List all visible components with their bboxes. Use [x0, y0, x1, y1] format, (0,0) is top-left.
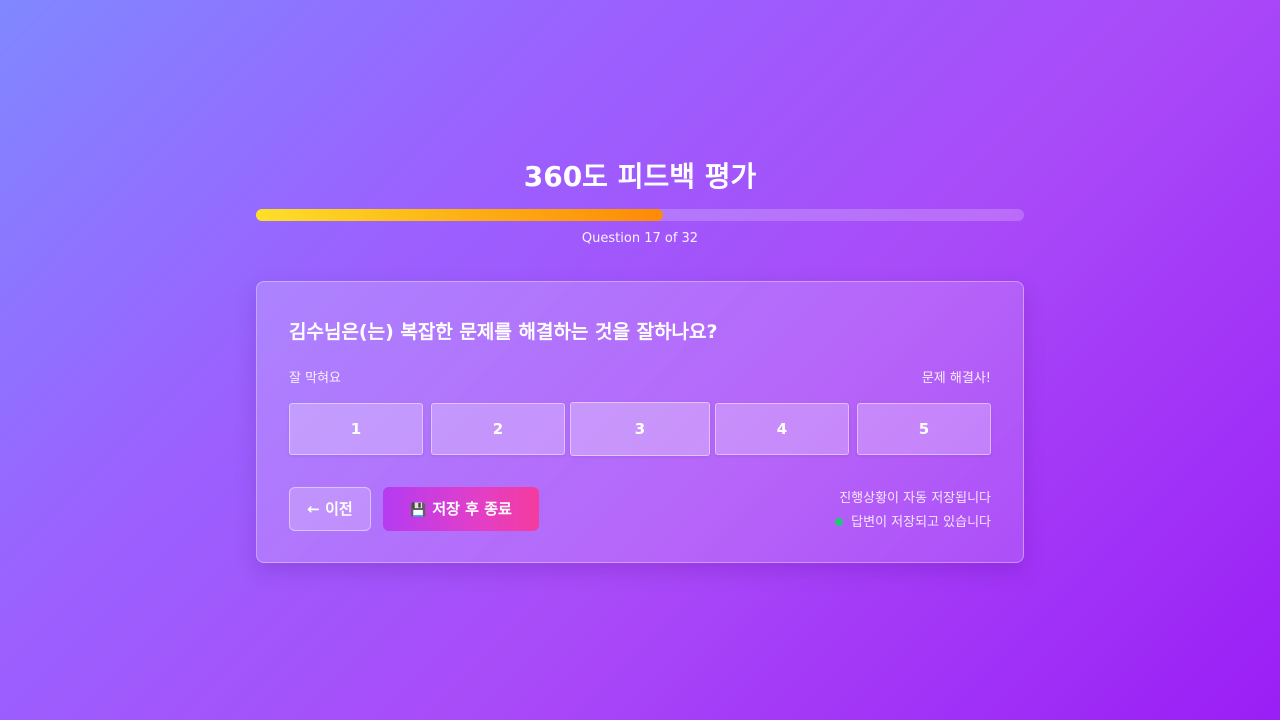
- rating-option-4[interactable]: 4: [715, 403, 849, 455]
- floppy-disk-icon: 💾: [410, 503, 427, 518]
- question-card: 김수님은(는) 복잡한 문제를 해결하는 것을 잘하나요? 잘 막혀요 문제 해…: [256, 281, 1024, 563]
- rating-option-3[interactable]: 3: [570, 402, 710, 456]
- progress-text: Question 17 of 32: [581, 231, 699, 246]
- save-and-exit-button[interactable]: 💾 저장 후 종료: [383, 487, 539, 531]
- rating-options: 1 2 3 4 5: [289, 402, 991, 456]
- saving-indicator: 답변이 저장되고 있습니다: [835, 511, 991, 535]
- progress-bar-fill: [256, 209, 664, 221]
- rating-option-2[interactable]: 2: [431, 403, 565, 455]
- autosave-notice: 진행상황이 자동 저장됩니다: [839, 491, 991, 506]
- scale-high-label: 문제 해결사!: [921, 371, 991, 386]
- question-text: 김수님은(는) 복잡한 문제를 해결하는 것을 잘하나요?: [289, 321, 718, 343]
- page-title: 360도 피드백 평가: [523, 160, 757, 193]
- rating-option-1[interactable]: 1: [289, 403, 423, 455]
- previous-button[interactable]: ← 이전: [289, 487, 371, 531]
- scale-low-label: 잘 막혀요: [289, 371, 341, 386]
- status-dot-icon: [835, 518, 844, 526]
- rating-option-5[interactable]: 5: [857, 403, 991, 455]
- saving-text: 답변이 저장되고 있습니다: [851, 515, 991, 530]
- progress-bar: [256, 209, 1024, 221]
- save-and-exit-label: 저장 후 종료: [432, 500, 512, 518]
- save-status: 진행상황이 자동 저장됩니다 답변이 저장되고 있습니다: [835, 487, 991, 535]
